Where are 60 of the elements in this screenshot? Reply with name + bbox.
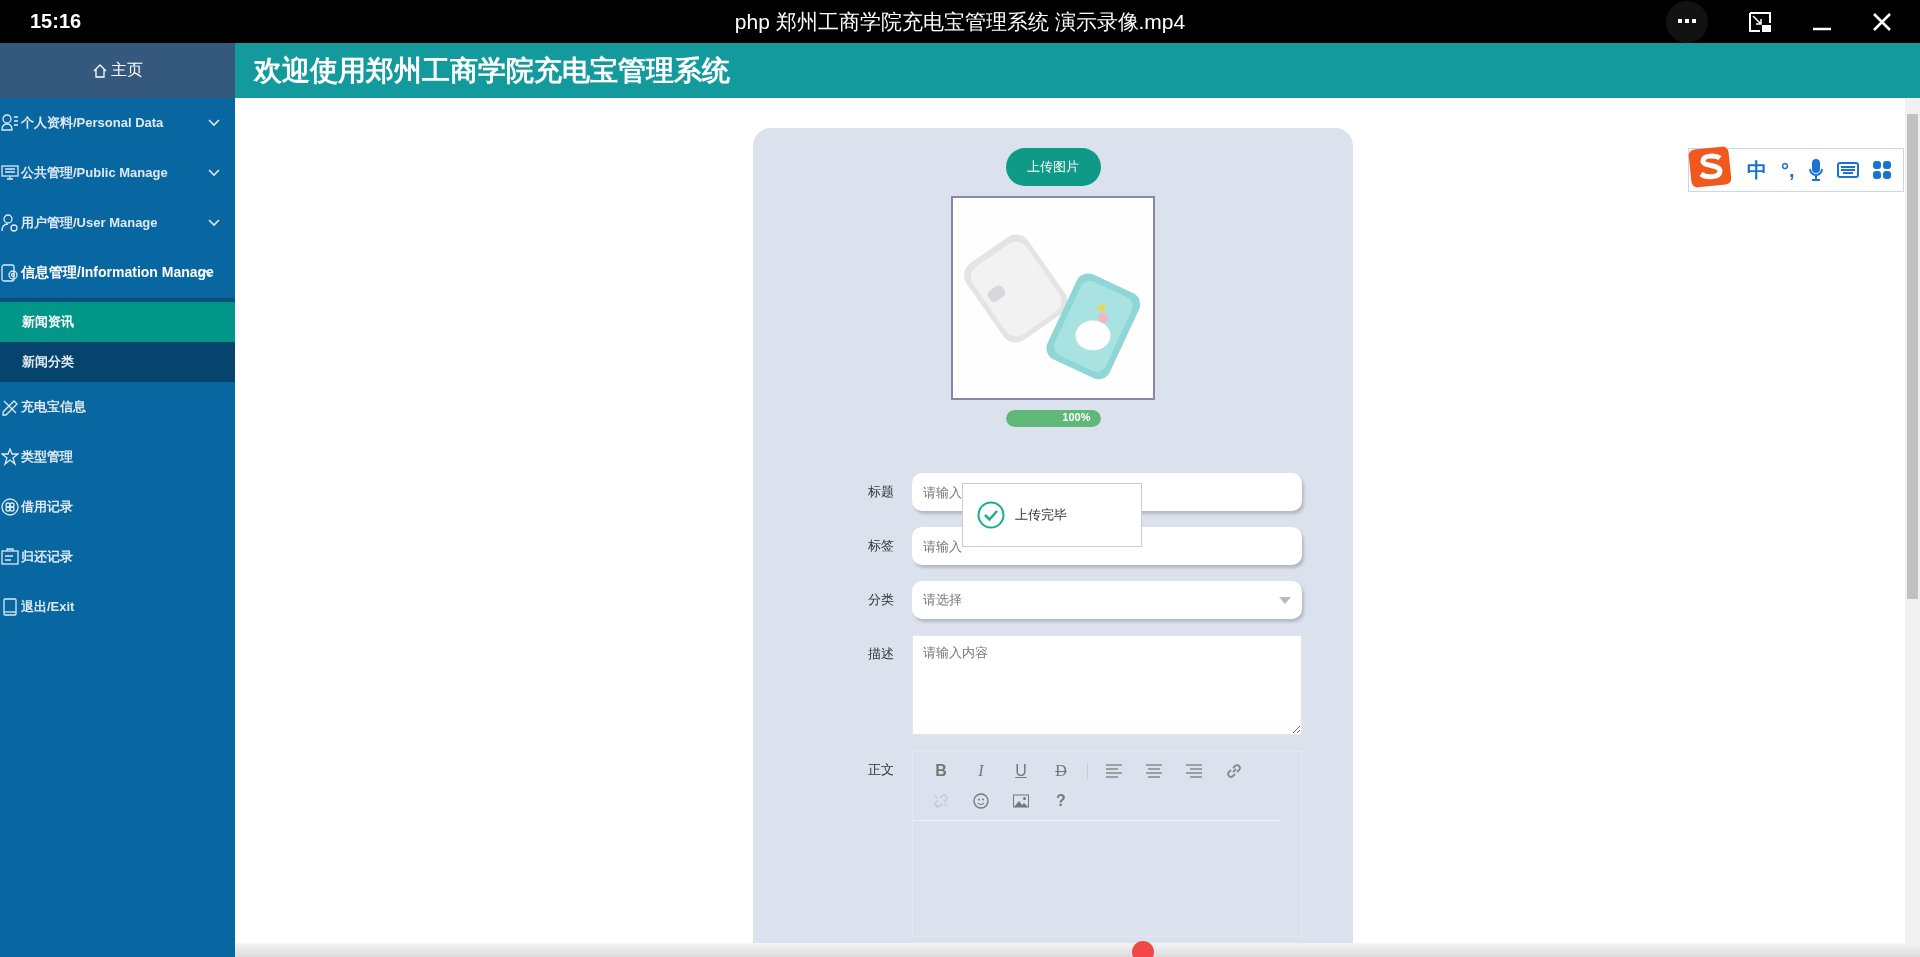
- field-label: 分类: [868, 591, 895, 609]
- keyboard-icon[interactable]: [1836, 162, 1859, 178]
- clock-time: 15:16: [30, 10, 82, 33]
- text-area[interactable]: 请输入内容: [912, 635, 1302, 735]
- align-right-icon[interactable]: [1186, 763, 1202, 779]
- italic-button[interactable]: I: [968, 758, 994, 784]
- clipboard-icon: [1, 548, 19, 566]
- input-mode-toggle[interactable]: 中: [1747, 156, 1767, 184]
- link-icon[interactable]: [1226, 763, 1242, 779]
- sidebar-item[interactable]: 用户管理/User Manage: [0, 198, 235, 248]
- check-circle-icon: [977, 501, 1005, 529]
- bold-button[interactable]: B: [928, 758, 954, 784]
- select-field[interactable]: 请选择: [912, 581, 1302, 619]
- align-center-icon[interactable]: [1146, 763, 1162, 779]
- gear-icon: [1, 264, 19, 282]
- exit-fullscreen-icon[interactable]: [1748, 10, 1772, 33]
- scrollbar[interactable]: [1905, 98, 1920, 943]
- help-button[interactable]: ?: [1048, 788, 1074, 814]
- sidebar-item[interactable]: 借用记录: [0, 482, 235, 532]
- strikethrough-button[interactable]: D: [1048, 758, 1074, 784]
- rich-text-editor[interactable]: B I U D ?: [912, 751, 1302, 937]
- punctuation-toggle[interactable]: °,: [1781, 158, 1795, 182]
- field-label: 正文: [868, 761, 895, 779]
- sidebar-item[interactable]: 类型管理: [0, 432, 235, 482]
- sidebar-item[interactable]: 公共管理/Public Manage: [0, 148, 235, 198]
- home-icon: [92, 63, 107, 78]
- user-icon: [1, 214, 19, 232]
- book-icon: [1, 598, 19, 616]
- submenu-item[interactable]: 新闻分类: [0, 342, 235, 382]
- page-header: 欢迎使用郑州工商学院充电宝管理系统: [235, 43, 1920, 98]
- underline-button[interactable]: U: [1008, 758, 1034, 784]
- person-icon: [1, 114, 19, 132]
- field-label: 标题: [868, 483, 895, 501]
- more-icon: [1678, 18, 1696, 25]
- microphone-icon[interactable]: [1808, 159, 1823, 181]
- record-button[interactable]: [1132, 941, 1154, 957]
- star-icon: [1, 448, 19, 466]
- toast-text: 上传完毕: [1015, 506, 1067, 524]
- pencil-icon: [1, 398, 19, 416]
- sidebar-item[interactable]: 归还记录: [0, 532, 235, 582]
- upload-button[interactable]: 上传图片: [1005, 148, 1101, 186]
- submenu-item[interactable]: 新闻资讯: [0, 302, 235, 342]
- sidebar-item[interactable]: 充电宝信息: [0, 382, 235, 432]
- sidebar-item[interactable]: 个人资料/Personal Data: [0, 98, 235, 148]
- close-icon[interactable]: [1872, 11, 1892, 32]
- image-icon[interactable]: [1013, 793, 1029, 809]
- field-label: 标签: [868, 537, 895, 555]
- more-button[interactable]: [1666, 0, 1708, 43]
- sidebar-item[interactable]: 信息管理/Information Manage: [0, 248, 235, 298]
- grid-icon[interactable]: [1872, 161, 1891, 179]
- dropdown-caret-icon: [1279, 596, 1291, 604]
- home-link[interactable]: 主页: [0, 43, 235, 98]
- video-title: php 郑州工商学院充电宝管理系统 演示录像.mp4: [734, 8, 1186, 35]
- monitor-icon: [1, 164, 19, 182]
- align-left-icon[interactable]: [1106, 763, 1122, 779]
- emoji-icon[interactable]: [973, 793, 989, 809]
- progress-reading: 100%: [1062, 411, 1091, 423]
- sidebar-item[interactable]: 退出/Exit: [0, 582, 235, 632]
- circle-icon: [1, 498, 19, 516]
- field-label: 描述: [868, 645, 895, 663]
